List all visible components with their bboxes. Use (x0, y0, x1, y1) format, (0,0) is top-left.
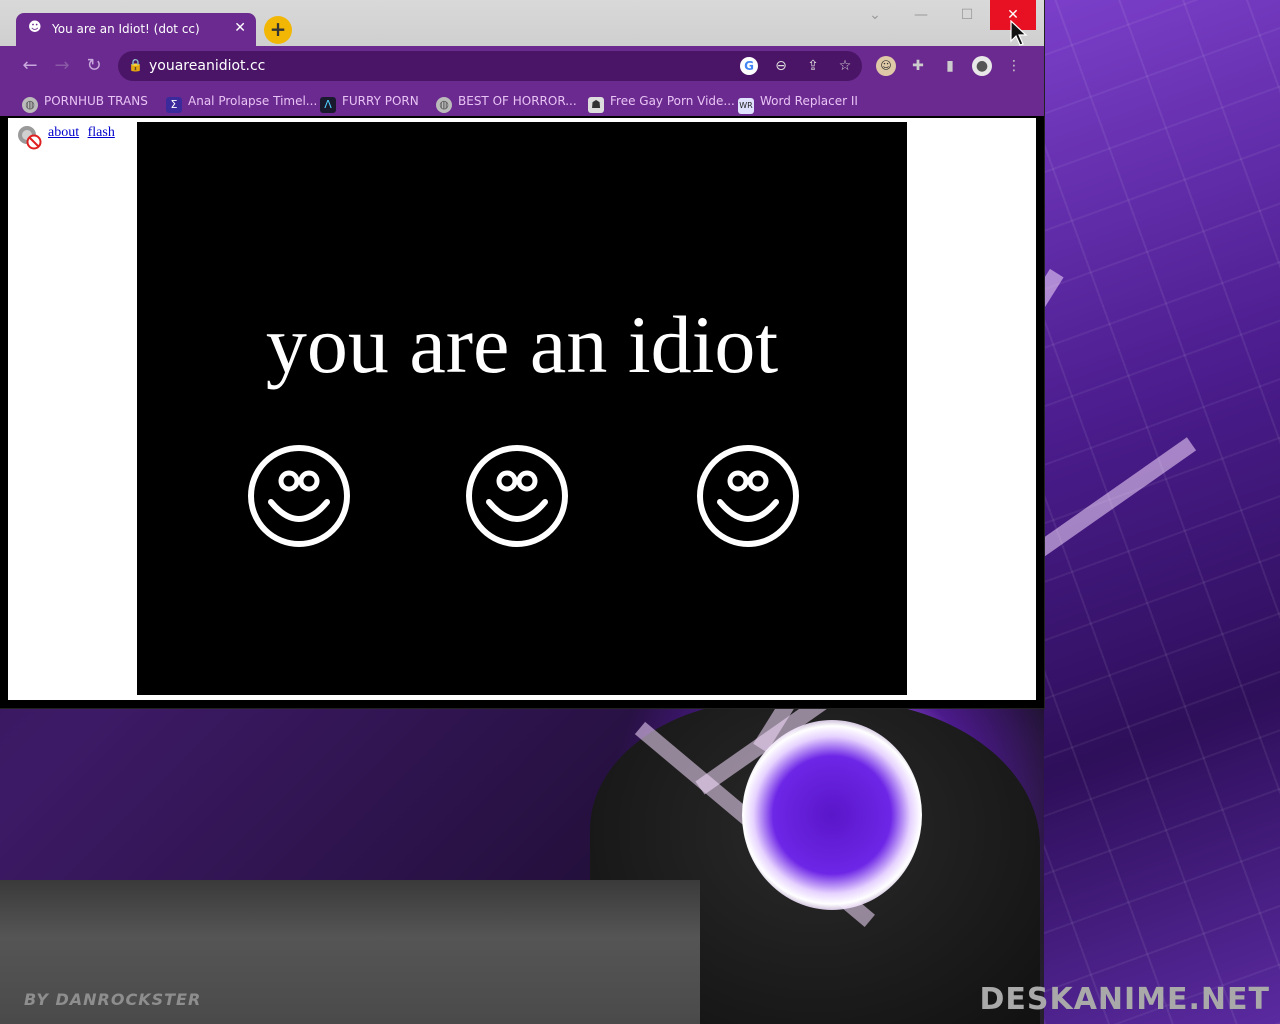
headline: you are an idiot (265, 299, 779, 390)
share-icon[interactable]: ⇪ (804, 57, 822, 75)
watermark-left: BY DANROCKSTER (24, 990, 202, 1009)
lock-icon: 🔒 (128, 58, 143, 72)
page-links: about flash (48, 125, 120, 141)
flash-link[interactable]: flash (88, 125, 115, 140)
wallpaper-orb (742, 720, 922, 910)
tab-active[interactable]: ☻ You are an Idiot! (dot cc) ✕ (16, 13, 256, 47)
toolbar: ← → ↻ 🔒 youareanidiot.cc G ⊖ ⇪ ☆ ☺ ✚ ▮ ●… (0, 46, 1044, 86)
bookmark-item[interactable]: Λ FURRY PORN (320, 91, 419, 113)
mouse-cursor-icon (1010, 20, 1028, 46)
menu-kebab-icon[interactable]: ⋮ (1004, 56, 1024, 76)
smiley-face-icon (248, 445, 350, 547)
back-icon[interactable]: ← (20, 56, 40, 76)
bookmark-label: FURRY PORN (342, 94, 419, 108)
smiley-favicon-icon: ☻ (28, 20, 42, 35)
bookmark-item[interactable]: ☗ Free Gay Porn Vide... (588, 91, 735, 113)
google-icon[interactable]: G (740, 57, 758, 75)
new-tab-button[interactable]: + (264, 16, 292, 44)
smiley-face-icon (466, 445, 568, 547)
sigma-icon: Σ (166, 97, 182, 113)
bookmark-label: Word Replacer II (760, 94, 858, 108)
maximize-button[interactable]: ☐ (944, 0, 990, 30)
watermark-right: DESKANIME.NET (979, 982, 1270, 1017)
tab-close-icon[interactable]: ✕ (234, 20, 246, 36)
browser-window: ☻ You are an Idiot! (dot cc) ✕ + ⌄ — ☐ ✕… (0, 0, 1044, 708)
bookmark-item[interactable]: ◍ BEST OF HORROR... (436, 91, 577, 113)
bookmark-label: PORNHUB TRANS (44, 94, 148, 108)
bookmarks-bar: ◍ PORNHUB TRANS Σ Anal Prolapse Timel... Λ… (0, 86, 1044, 116)
bookmark-item[interactable]: Σ Anal Prolapse Timel... (166, 91, 318, 113)
url-text[interactable]: youareanidiot.cc (149, 58, 265, 74)
bookmark-item[interactable]: WR Word Replacer II (738, 91, 858, 114)
about-link[interactable]: about (48, 125, 79, 140)
flash-stage[interactable]: you are an idiot (137, 122, 907, 695)
site-icon: ☗ (588, 97, 604, 113)
bookmark-label: BEST OF HORROR... (458, 94, 577, 108)
profile-icon[interactable]: ● (972, 56, 992, 76)
wr-icon: WR (738, 98, 754, 114)
star-icon[interactable]: ☆ (836, 57, 854, 75)
forward-icon[interactable]: → (52, 56, 72, 76)
extension-avatar-icon[interactable]: ☺ (876, 56, 896, 76)
bookmark-item[interactable]: ◍ PORNHUB TRANS (22, 91, 148, 113)
flash-blocked-icon (18, 126, 42, 150)
tab-search-icon[interactable]: ⌄ (852, 0, 898, 30)
globe-icon: ◍ (436, 97, 452, 113)
extensions-puzzle-icon[interactable]: ✚ (908, 56, 928, 76)
bookmark-label: Free Gay Porn Vide... (610, 94, 735, 108)
globe-icon: ◍ (22, 97, 38, 113)
zoom-out-icon[interactable]: ⊖ (772, 57, 790, 75)
lambda-icon: Λ (320, 97, 336, 113)
address-bar[interactable]: 🔒 youareanidiot.cc G ⊖ ⇪ ☆ (118, 51, 862, 81)
side-panel-icon[interactable]: ▮ (940, 56, 960, 76)
bookmark-label: Anal Prolapse Timel... (188, 94, 318, 108)
tab-title: You are an Idiot! (dot cc) (52, 22, 200, 36)
smiley-face-icon (697, 445, 799, 547)
reload-icon[interactable]: ↻ (84, 56, 104, 76)
page-viewport: about flash you are an idiot (8, 118, 1036, 700)
title-bar[interactable]: ☻ You are an Idiot! (dot cc) ✕ + ⌄ — ☐ ✕ (0, 0, 1044, 47)
minimize-button[interactable]: — (898, 0, 944, 30)
